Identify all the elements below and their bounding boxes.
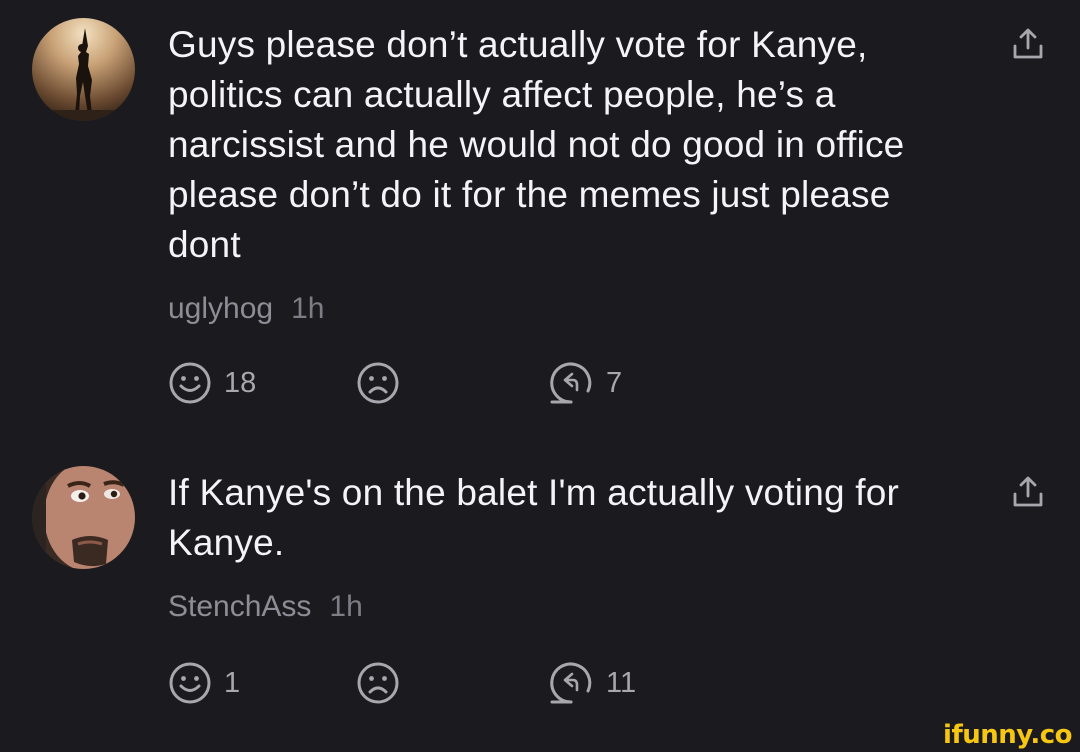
smile-icon [169, 662, 211, 704]
comment-meta: StenchAss 1h [168, 590, 968, 630]
smile-count: 18 [224, 366, 257, 399]
avatar[interactable] [32, 18, 135, 121]
smile-count: 1 [224, 666, 241, 699]
smile-button[interactable]: 1 [168, 661, 240, 705]
ifunny-watermark: ifunny.co [943, 720, 1072, 750]
share-icon[interactable] [1010, 474, 1046, 510]
reply-count: 7 [606, 366, 623, 399]
smile-button[interactable]: 18 [168, 361, 256, 405]
reply-count: 11 [606, 666, 637, 699]
comment-text: If Kanye's on the balet I'm actually vot… [168, 472, 900, 563]
frown-icon [357, 662, 399, 704]
comment-body: If Kanye's on the balet I'm actually vot… [168, 468, 968, 630]
reply-button[interactable]: 11 [548, 661, 636, 705]
frown-button[interactable] [356, 661, 412, 705]
comment-meta: uglyhog 1h [168, 292, 968, 332]
timestamp: 1h [329, 590, 363, 623]
username[interactable]: StenchAss [168, 590, 311, 623]
share-icon[interactable] [1010, 26, 1046, 62]
reply-icon [550, 662, 592, 704]
reply-button[interactable]: 7 [548, 361, 622, 405]
comment-actions: 1 11 [168, 661, 768, 705]
smile-icon [169, 362, 211, 404]
comment-body: Guys please don’t actually vote for Kany… [168, 20, 968, 332]
comment: If Kanye's on the balet I'm actually vot… [0, 430, 1080, 752]
username[interactable]: uglyhog [168, 292, 273, 325]
avatar[interactable] [32, 466, 135, 569]
timestamp: 1h [291, 292, 325, 325]
frown-button[interactable] [356, 361, 412, 405]
comment: Guys please don’t actually vote for Kany… [0, 0, 1080, 430]
comment-text: Guys please don’t actually vote for Kany… [168, 24, 905, 265]
comment-actions: 18 7 [168, 361, 768, 405]
frown-icon [357, 362, 399, 404]
reply-icon [550, 362, 592, 404]
